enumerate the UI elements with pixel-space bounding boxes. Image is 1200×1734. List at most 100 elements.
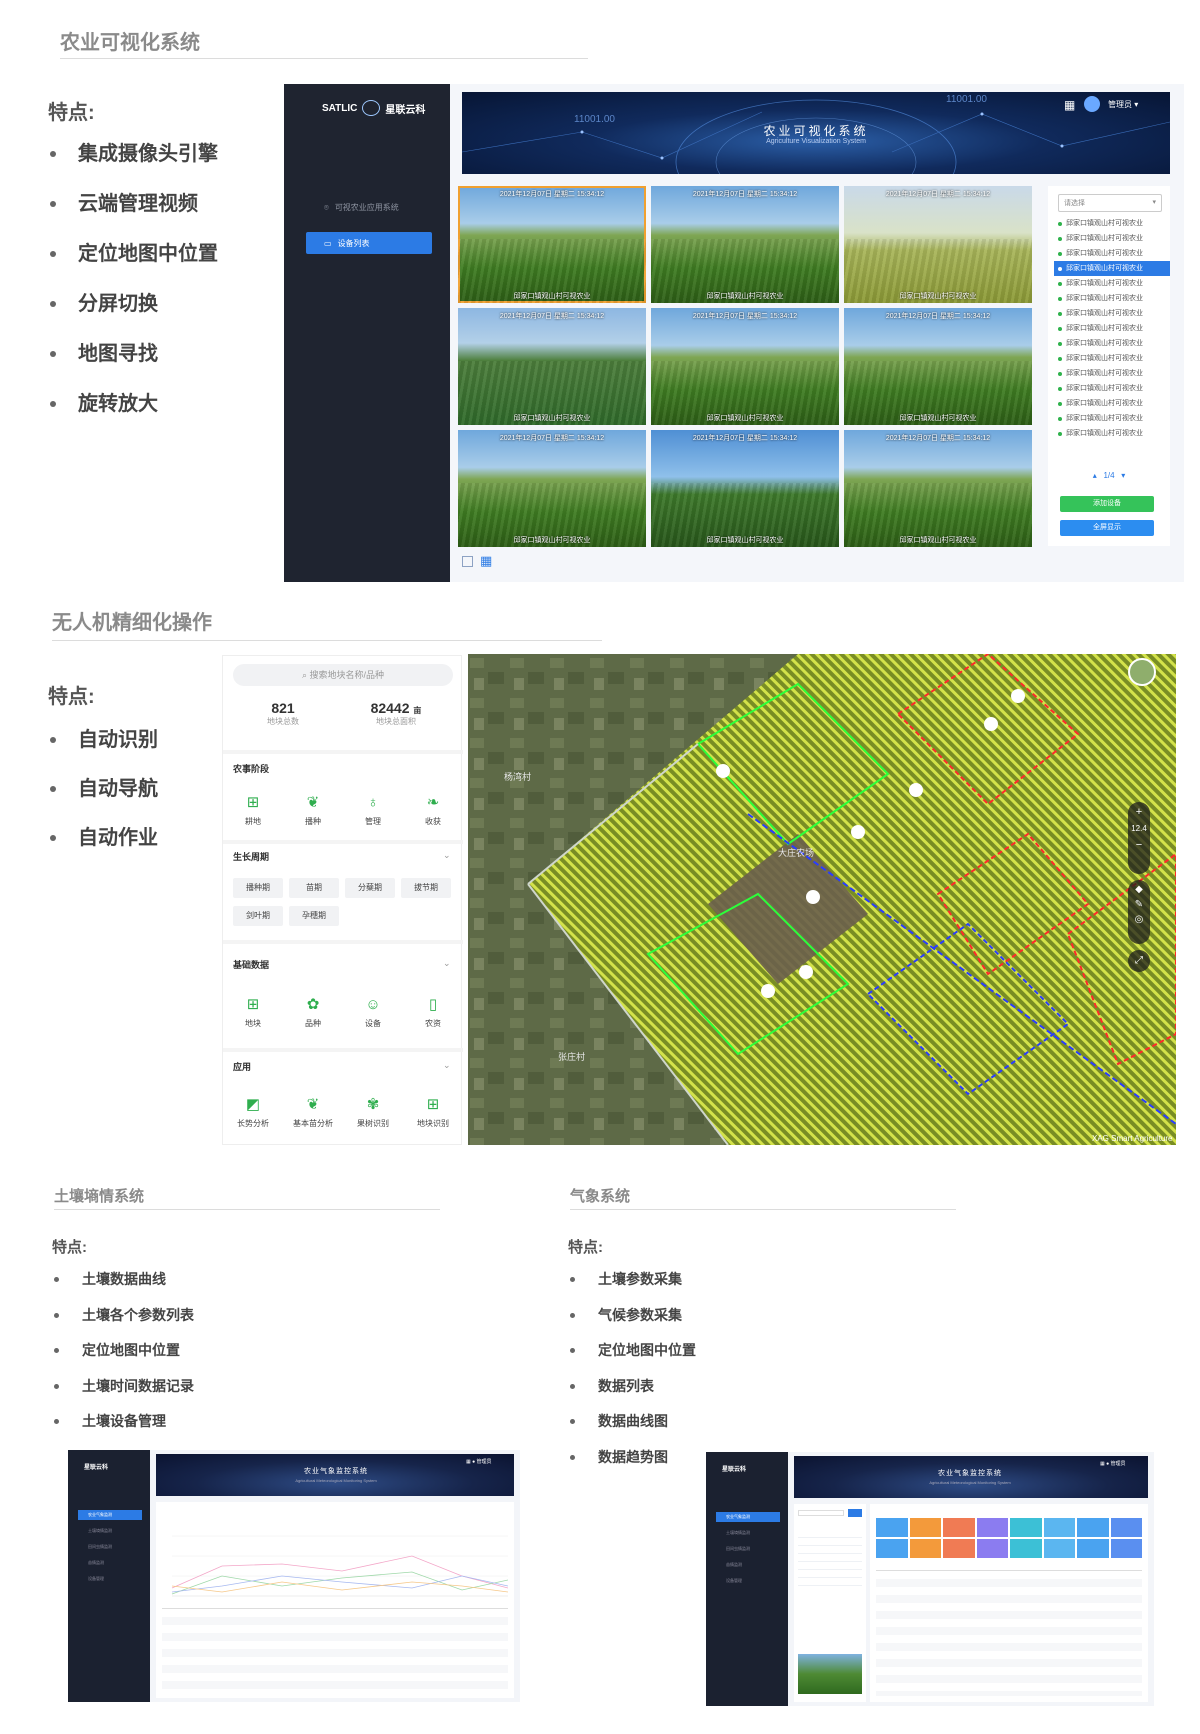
fullscreen-icon[interactable]: ⤢: [1128, 950, 1150, 972]
mini-user[interactable]: ▦ ● 管理员: [466, 1458, 492, 1465]
group-title-basic-data: 基础数据: [233, 960, 270, 970]
camera-tile[interactable]: 2021年12月07日 星期二 15:34:12 邱家口镇观山村可视农业: [458, 308, 646, 425]
tool-plots[interactable]: ⊞ 地块: [223, 996, 283, 1029]
mini-nav-item[interactable]: 土壤墒情监测: [726, 1530, 750, 1536]
mini-banner-title: 农业气象监控系统: [304, 1468, 368, 1475]
zoom-in-icon[interactable]: +: [1128, 806, 1150, 818]
camera-tile[interactable]: 2021年12月07日 星期二 15:34:12 邱家口镇观山村可视农业: [651, 308, 839, 425]
chevron-down-icon[interactable]: ⌄: [443, 958, 451, 969]
soil-data-curves: [171, 1535, 508, 1597]
zoom-out-icon[interactable]: −: [1128, 839, 1150, 851]
tool-fruit-tree-recognition[interactable]: ✾ 果树识别: [343, 1096, 403, 1129]
section2-features: 特点: 自动识别 自动导航 自动作业: [48, 680, 158, 872]
caret-down-icon: ▾: [1152, 199, 1156, 206]
mini-nav-item[interactable]: 田间虫情监测: [88, 1544, 112, 1550]
camera-tile[interactable]: 2021年12月07日 星期二 15:34:12 邱家口镇观山村可视农业: [844, 186, 1032, 303]
mini-nav-item[interactable]: 苗情监测: [726, 1562, 742, 1568]
chip-seedling-stage[interactable]: 苗期: [289, 878, 339, 898]
tool-devices[interactable]: ☺ 设备: [343, 996, 403, 1029]
camera-tile[interactable]: 2021年12月07日 星期二 15:34:12 邱家口镇观山村可视农业: [651, 430, 839, 547]
layers-icon[interactable]: ◆: [1128, 884, 1150, 895]
mini-nav-active[interactable]: 农业气象监测: [716, 1512, 780, 1522]
device-item[interactable]: 邱家口镇观山村可视农业: [1054, 411, 1170, 426]
basic-data-icons: ⊞ 地块 ✿ 品种 ☺ 设备 ▯ 农资: [223, 996, 463, 1029]
satellite-map[interactable]: 杨湾村 大庄农场 张庄村 + 12.4 − ◆ ✎ ◎ ⤢ XAG Smart …: [468, 654, 1176, 1145]
mini-logo: 星联云科: [84, 1465, 109, 1471]
device-item[interactable]: 邱家口镇观山村可视农业: [1054, 246, 1170, 261]
device-item[interactable]: 邱家口镇观山村可视农业: [1054, 306, 1170, 321]
search-input[interactable]: ⌕ 搜索地块名称/品种: [233, 664, 453, 686]
device-item-selected[interactable]: 邱家口镇观山村可视农业: [1054, 261, 1170, 276]
camera-tile[interactable]: 2021年12月07日 星期二 15:34:12 邱家口镇观山村可视农业: [651, 186, 839, 303]
avatar[interactable]: [1084, 96, 1100, 112]
mini-nav-item[interactable]: 设备管理: [88, 1576, 104, 1582]
device-item[interactable]: 邱家口镇观山村可视农业: [1054, 366, 1170, 381]
nav-item-device-list[interactable]: ▭ 设备列表: [306, 232, 432, 254]
weather-camera-thumbnail[interactable]: [798, 1654, 862, 1694]
nav-item-visual-agri[interactable]: ⌾ 可视农业应用系统: [324, 202, 399, 213]
device-item[interactable]: 邱家口镇观山村可视农业: [1054, 321, 1170, 336]
tool-plot-recognition[interactable]: ⊞ 地块识别: [403, 1096, 463, 1129]
camera-tile[interactable]: 2021年12月07日 星期二 15:34:12 邱家口镇观山村可视农业: [844, 308, 1032, 425]
tool-variety[interactable]: ✿ 品种: [283, 996, 343, 1029]
device-item[interactable]: 邱家口镇观山村可视农业: [1054, 381, 1170, 396]
device-item[interactable]: 邱家口镇观山村可视农业: [1054, 216, 1170, 231]
visualization-app-screenshot: SATLIC 星联云科 ⌾ 可视农业应用系统 ▭ 设备列表 11001.00 1…: [284, 84, 1184, 582]
group-title-farming-stage: 农事阶段: [233, 764, 270, 774]
device-item[interactable]: 邱家口镇观山村可视农业: [1054, 291, 1170, 306]
chip-booting-stage[interactable]: 孕穗期: [289, 906, 339, 926]
tool-sowing[interactable]: ❦ 播种: [283, 794, 343, 827]
camera-tile[interactable]: 2021年12月07日 星期二 15:34:12 邱家口镇观山村可视农业: [458, 430, 646, 547]
weather-device-list: [794, 1504, 866, 1702]
mini-nav-item[interactable]: 苗情监测: [88, 1560, 104, 1566]
chip-tillering-stage[interactable]: 分蘖期: [345, 878, 395, 898]
prev-page-icon[interactable]: ▴: [1093, 471, 1097, 480]
soil-data-table: [162, 1608, 508, 1694]
mini-nav-active[interactable]: 农业气象监测: [78, 1510, 142, 1520]
tool-plowing[interactable]: ⊞ 耕地: [223, 794, 283, 827]
banner-code-left: 11001.00: [574, 114, 615, 125]
mini-nav-item[interactable]: 设备管理: [726, 1578, 742, 1584]
device-item[interactable]: 邱家口镇观山村可视农业: [1054, 276, 1170, 291]
device-select[interactable]: 请选择 ▾: [1058, 194, 1162, 212]
tool-growth-analysis[interactable]: ◩ 长势分析: [223, 1096, 283, 1129]
chevron-down-icon[interactable]: ⌄: [443, 850, 451, 861]
user-menu[interactable]: 管理员 ▾: [1108, 99, 1138, 110]
tool-management[interactable]: ♁ 管理: [343, 794, 403, 827]
mini-user[interactable]: ▦ ● 管理员: [1100, 1460, 1126, 1467]
chevron-down-icon[interactable]: ⌄: [443, 1060, 451, 1071]
add-device-button[interactable]: 添加设备: [1060, 496, 1154, 512]
chip-flag-leaf-stage[interactable]: 剑叶期: [233, 906, 283, 926]
plots-icon: ⊞: [246, 996, 260, 1013]
grid-menu-icon[interactable]: ▦: [1064, 98, 1075, 112]
layer-avatar[interactable]: [1128, 658, 1156, 686]
tool-supplies[interactable]: ▯ 农资: [403, 996, 463, 1029]
grid-view-icon[interactable]: ▦: [480, 553, 492, 569]
single-view-icon[interactable]: [462, 556, 473, 567]
app-logo: SATLIC 星联云科: [322, 100, 425, 116]
device-item[interactable]: 邱家口镇观山村可视农业: [1054, 396, 1170, 411]
mini-nav-item[interactable]: 土壤墒情监测: [88, 1528, 112, 1534]
fullscreen-button[interactable]: 全屏显示: [1060, 520, 1154, 536]
device-item[interactable]: 邱家口镇观山村可视农业: [1054, 231, 1170, 246]
ruler-icon[interactable]: ✎: [1128, 899, 1150, 910]
section2-divider: [52, 640, 602, 641]
chip-sowing-stage[interactable]: 播种期: [233, 878, 283, 898]
tool-harvest[interactable]: ❧ 收获: [403, 794, 463, 827]
mini-sidebar: 星联云科 农业气象监测 土壤墒情监测 田间虫情监测 苗情监测 设备管理: [68, 1450, 150, 1702]
feature-item: 数据列表: [568, 1376, 696, 1412]
chip-jointing-stage[interactable]: 拔节期: [401, 878, 451, 898]
feature-item: 气候参数采集: [568, 1305, 696, 1341]
next-page-icon[interactable]: ▾: [1121, 471, 1125, 480]
device-item[interactable]: 邱家口镇观山村可视农业: [1054, 426, 1170, 441]
fruit-tree-icon: ✾: [366, 1096, 380, 1113]
tool-seedling-analysis[interactable]: ❦ 基本苗分析: [283, 1096, 343, 1129]
camera-tile[interactable]: 2021年12月07日 星期二 15:34:12 邱家口镇观山村可视农业: [458, 186, 646, 303]
mini-nav-item[interactable]: 田间虫情监测: [726, 1546, 750, 1552]
locate-icon[interactable]: ◎: [1128, 914, 1150, 925]
feature-item: 土壤时间数据记录: [52, 1376, 194, 1412]
camera-tile[interactable]: 2021年12月07日 星期二 15:34:12 邱家口镇观山村可视农业: [844, 430, 1032, 547]
village-label: 张庄村: [558, 1052, 586, 1062]
device-item[interactable]: 邱家口镇观山村可视农业: [1054, 351, 1170, 366]
device-item[interactable]: 邱家口镇观山村可视农业: [1054, 336, 1170, 351]
